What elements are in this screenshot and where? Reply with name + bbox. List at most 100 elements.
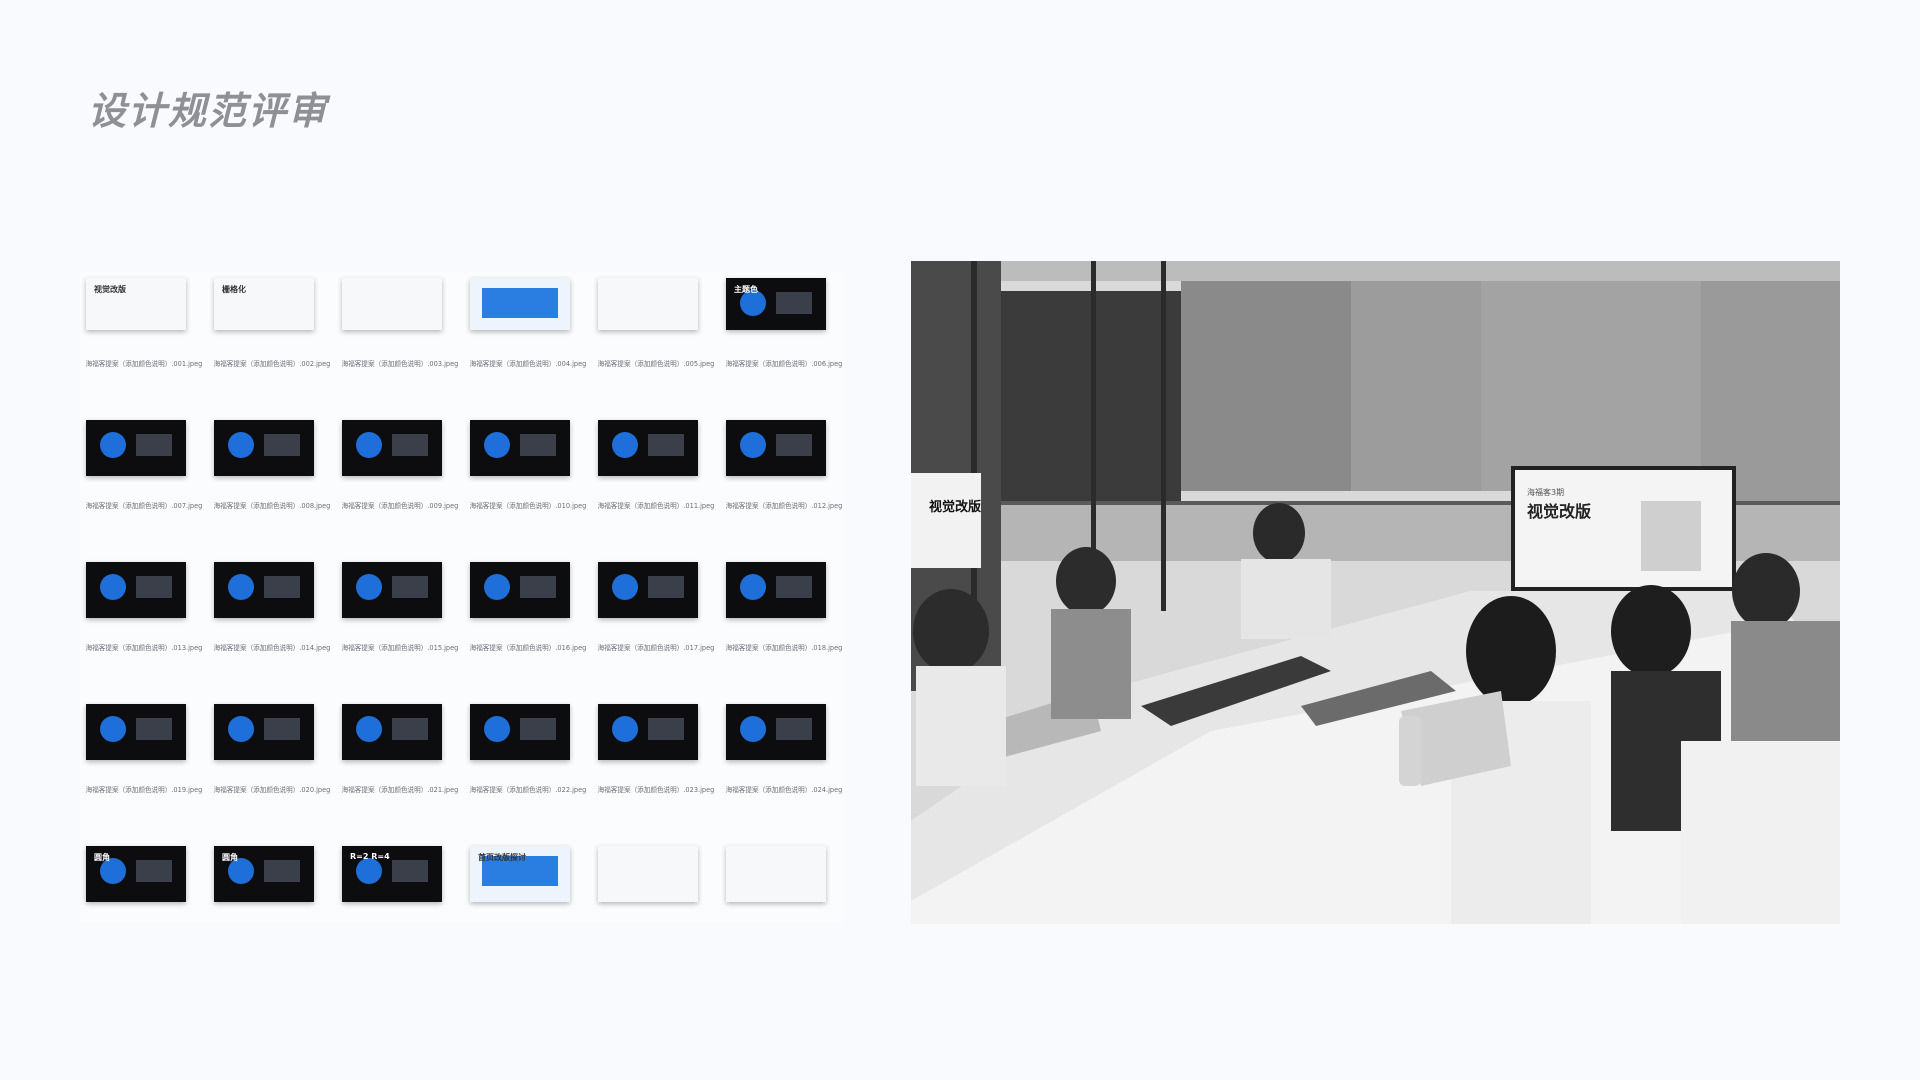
thumbnail-filename: 海福客提案（添加颜色说明）.019.jpeg: [85, 786, 203, 794]
thumbnail-decoration: [648, 718, 684, 740]
thumbnail-filename: 海福客提案（添加颜色说明）.013.jpeg: [85, 644, 203, 652]
thumbnail-image[interactable]: [598, 562, 698, 618]
thumbnail-item[interactable]: 海福客提案（添加颜色说明）.014.jpeg: [208, 556, 336, 698]
thumbnail-item[interactable]: [720, 840, 848, 982]
thumbnail-image[interactable]: [214, 562, 314, 618]
thumbnail-image[interactable]: [86, 562, 186, 618]
thumbnail-decoration: [648, 576, 684, 598]
thumbnail-item[interactable]: 海福客提案（添加颜色说明）.003.jpeg: [336, 272, 464, 414]
thumbnail-decoration: [356, 716, 382, 742]
thumbnail-image[interactable]: [726, 846, 826, 902]
thumbnail-item[interactable]: 海福客提案（添加颜色说明）.020.jpeg: [208, 698, 336, 840]
thumbnail-item[interactable]: 海福客提案（添加颜色说明）.004.jpeg: [464, 272, 592, 414]
thumbnail-item[interactable]: 海福客提案（添加颜色说明）.015.jpeg: [336, 556, 464, 698]
thumbnail-item[interactable]: 海福客提案（添加颜色说明）.013.jpeg: [80, 556, 208, 698]
thumbnail-image[interactable]: [598, 420, 698, 476]
thumbnail-decoration: [136, 434, 172, 456]
thumbnail-decoration: [356, 432, 382, 458]
thumbnail-image[interactable]: 圆角: [86, 846, 186, 902]
thumbnail-decoration: [136, 576, 172, 598]
thumbnail-decoration: [484, 432, 510, 458]
thumbnail-image[interactable]: [342, 562, 442, 618]
thumbnail-item[interactable]: 海福客提案（添加颜色说明）.017.jpeg: [592, 556, 720, 698]
thumbnail-filename: 海福客提案（添加颜色说明）.012.jpeg: [725, 502, 843, 510]
thumbnail-image[interactable]: [342, 278, 442, 330]
thumbnail-filename: 海福客提案（添加颜色说明）.022.jpeg: [469, 786, 587, 794]
thumbnail-item[interactable]: 海福客提案（添加颜色说明）.016.jpeg: [464, 556, 592, 698]
thumbnail-filename: 海福客提案（添加颜色说明）.006.jpeg: [725, 360, 843, 368]
thumbnail-decoration: [356, 574, 382, 600]
thumbnail-filename: 海福客提案（添加颜色说明）.004.jpeg: [469, 360, 587, 368]
thumbnail-image[interactable]: [726, 562, 826, 618]
thumbnail-decoration: [392, 434, 428, 456]
thumbnail-item[interactable]: 海福客提案（添加颜色说明）.018.jpeg: [720, 556, 848, 698]
thumbnail-item[interactable]: 圆角: [80, 840, 208, 982]
thumbnail-image[interactable]: [470, 420, 570, 476]
thumbnail-image[interactable]: [214, 420, 314, 476]
thumbnail-item[interactable]: 海福客提案（添加颜色说明）.012.jpeg: [720, 414, 848, 556]
thumbnail-item[interactable]: 主题色海福客提案（添加颜色说明）.006.jpeg: [720, 272, 848, 414]
thumbnail-item[interactable]: 海福客提案（添加颜色说明）.010.jpeg: [464, 414, 592, 556]
thumbnail-item[interactable]: [592, 840, 720, 982]
thumbnail-item[interactable]: 海福客提案（添加颜色说明）.024.jpeg: [720, 698, 848, 840]
thumbnail-image[interactable]: R=2 R=4: [342, 846, 442, 902]
thumbnail-filename: 海福客提案（添加颜色说明）.009.jpeg: [341, 502, 459, 510]
thumbnail-item[interactable]: 海福客提案（添加颜色说明）.008.jpeg: [208, 414, 336, 556]
thumbnail-filename: 海福客提案（添加颜色说明）.007.jpeg: [85, 502, 203, 510]
thumbnail-filename: 海福客提案（添加颜色说明）.016.jpeg: [469, 644, 587, 652]
thumbnail-filename: 海福客提案（添加颜色说明）.003.jpeg: [341, 360, 459, 368]
thumbnail-image[interactable]: [598, 846, 698, 902]
thumbnail-image[interactable]: [86, 420, 186, 476]
thumbnail-decoration: [612, 432, 638, 458]
thumbnail-filename: 海福客提案（添加颜色说明）.014.jpeg: [213, 644, 331, 652]
thumbnail-decoration: [776, 576, 812, 598]
thumbnail-item[interactable]: R=2 R=4: [336, 840, 464, 982]
meeting-photo-illustration: 视觉改版 海福客3期 视觉改版: [911, 261, 1840, 924]
thumbnail-image[interactable]: [470, 704, 570, 760]
thumbnail-image[interactable]: [598, 704, 698, 760]
thumbnail-image[interactable]: [598, 278, 698, 330]
thumbnail-image[interactable]: [726, 420, 826, 476]
thumbnail-image[interactable]: [470, 562, 570, 618]
thumbnail-decoration: [264, 576, 300, 598]
page-title: 设计规范评审: [88, 89, 329, 133]
thumbnail-item[interactable]: 海福客提案（添加颜色说明）.022.jpeg: [464, 698, 592, 840]
thumbnail-item[interactable]: 海福客提案（添加颜色说明）.005.jpeg: [592, 272, 720, 414]
thumbnail-decoration: [392, 718, 428, 740]
svg-text:视觉改版: 视觉改版: [1527, 502, 1591, 521]
thumbnail-item[interactable]: 首页改版探讨: [464, 840, 592, 982]
thumbnail-item[interactable]: 海福客提案（添加颜色说明）.019.jpeg: [80, 698, 208, 840]
thumbnail-decoration: [648, 434, 684, 456]
thumbnail-image[interactable]: 首页改版探讨: [470, 846, 570, 902]
thumbnail-grid: 视觉改版 海福客提案（添加颜色说明）.001.jpeg 栅格化 海福客提案（添加颜色说…: [80, 272, 844, 922]
thumbnail-image[interactable]: 主题色: [726, 278, 826, 330]
thumbnail-decoration: [482, 288, 558, 318]
thumbnail-item[interactable]: 海福客提案（添加颜色说明）.023.jpeg: [592, 698, 720, 840]
thumbnail-decoration: [228, 716, 254, 742]
thumbnail-decoration: [776, 718, 812, 740]
meeting-photo: 视觉改版 海福客3期 视觉改版: [911, 261, 1840, 924]
thumbnail-filename: 海福客提案（添加颜色说明）.005.jpeg: [597, 360, 715, 368]
thumbnail-image[interactable]: [86, 704, 186, 760]
thumbnail-item[interactable]: 海福客提案（添加颜色说明）.007.jpeg: [80, 414, 208, 556]
thumbnail-item[interactable]: 海福客提案（添加颜色说明）.011.jpeg: [592, 414, 720, 556]
thumbnail-item[interactable]: 海福客提案（添加颜色说明）.009.jpeg: [336, 414, 464, 556]
thumbnail-item[interactable]: 栅格化海福客提案（添加颜色说明）.002.jpeg: [208, 272, 336, 414]
thumbnail-item[interactable]: 视觉改版 海福客提案（添加颜色说明）.001.jpeg: [80, 272, 208, 414]
thumbnail-item[interactable]: 圆角: [208, 840, 336, 982]
thumbnail-image[interactable]: [214, 704, 314, 760]
thumbnail-filename: 海福客提案（添加颜色说明）.020.jpeg: [213, 786, 331, 794]
thumbnail-image[interactable]: [470, 278, 570, 330]
thumbnail-item[interactable]: 海福客提案（添加颜色说明）.021.jpeg: [336, 698, 464, 840]
thumbnail-decoration: [484, 716, 510, 742]
thumbnail-image[interactable]: [726, 704, 826, 760]
thumbnail-image[interactable]: 栅格化: [214, 278, 314, 330]
thumbnail-image[interactable]: 圆角: [214, 846, 314, 902]
thumbnail-filename: 海福客提案（添加颜色说明）.008.jpeg: [213, 502, 331, 510]
thumbnail-image[interactable]: 视觉改版: [86, 278, 186, 330]
thumbnail-image[interactable]: [342, 420, 442, 476]
thumbnail-title: 栅格化: [222, 285, 246, 294]
thumbnail-filename: 海福客提案（添加颜色说明）.002.jpeg: [213, 360, 331, 368]
thumbnail-image[interactable]: [342, 704, 442, 760]
thumbnail-filename: 海福客提案（添加颜色说明）.011.jpeg: [597, 502, 715, 510]
